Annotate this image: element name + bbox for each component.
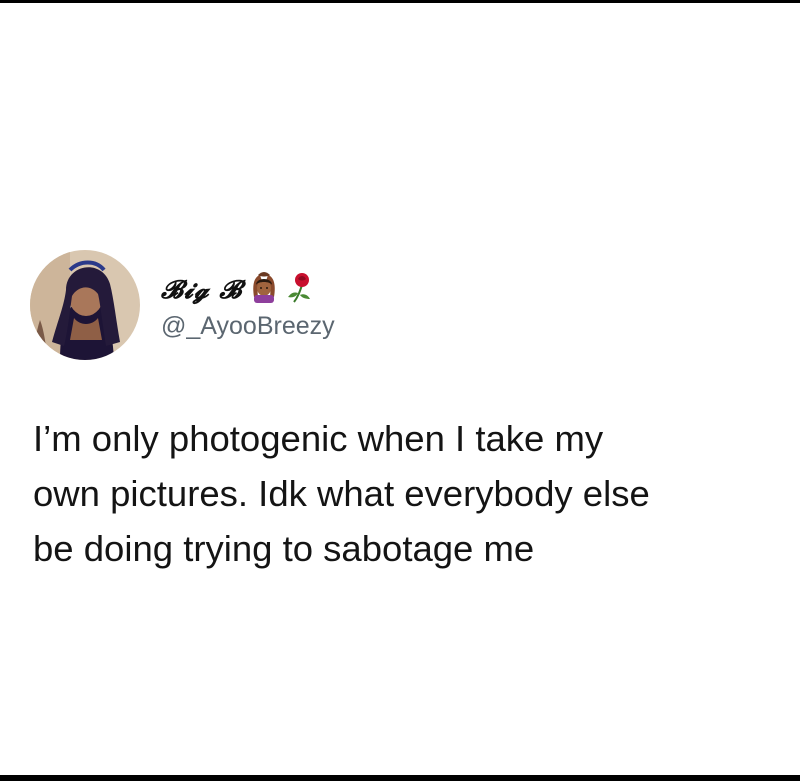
avatar[interactable] bbox=[30, 250, 140, 360]
woman-gesturing-ok-icon bbox=[248, 271, 280, 308]
rose-icon bbox=[286, 271, 314, 308]
author-names: 𝓑𝓲𝓰 𝓑 @_AyooBreezy bbox=[161, 270, 335, 341]
tweet-author[interactable]: 𝓑𝓲𝓰 𝓑 @_AyooBreezy bbox=[30, 250, 335, 360]
author-handle[interactable]: @_AyooBreezy bbox=[161, 312, 335, 341]
tweet-text: I’m only photogenic when I take my own p… bbox=[33, 418, 650, 569]
display-name[interactable]: 𝓑𝓲𝓰 𝓑 bbox=[161, 275, 242, 305]
tweet-card: 𝓑𝓲𝓰 𝓑 @_AyooBreezy I’m only photogenic w… bbox=[0, 3, 800, 775]
display-name-row: 𝓑𝓲𝓰 𝓑 bbox=[161, 270, 335, 310]
